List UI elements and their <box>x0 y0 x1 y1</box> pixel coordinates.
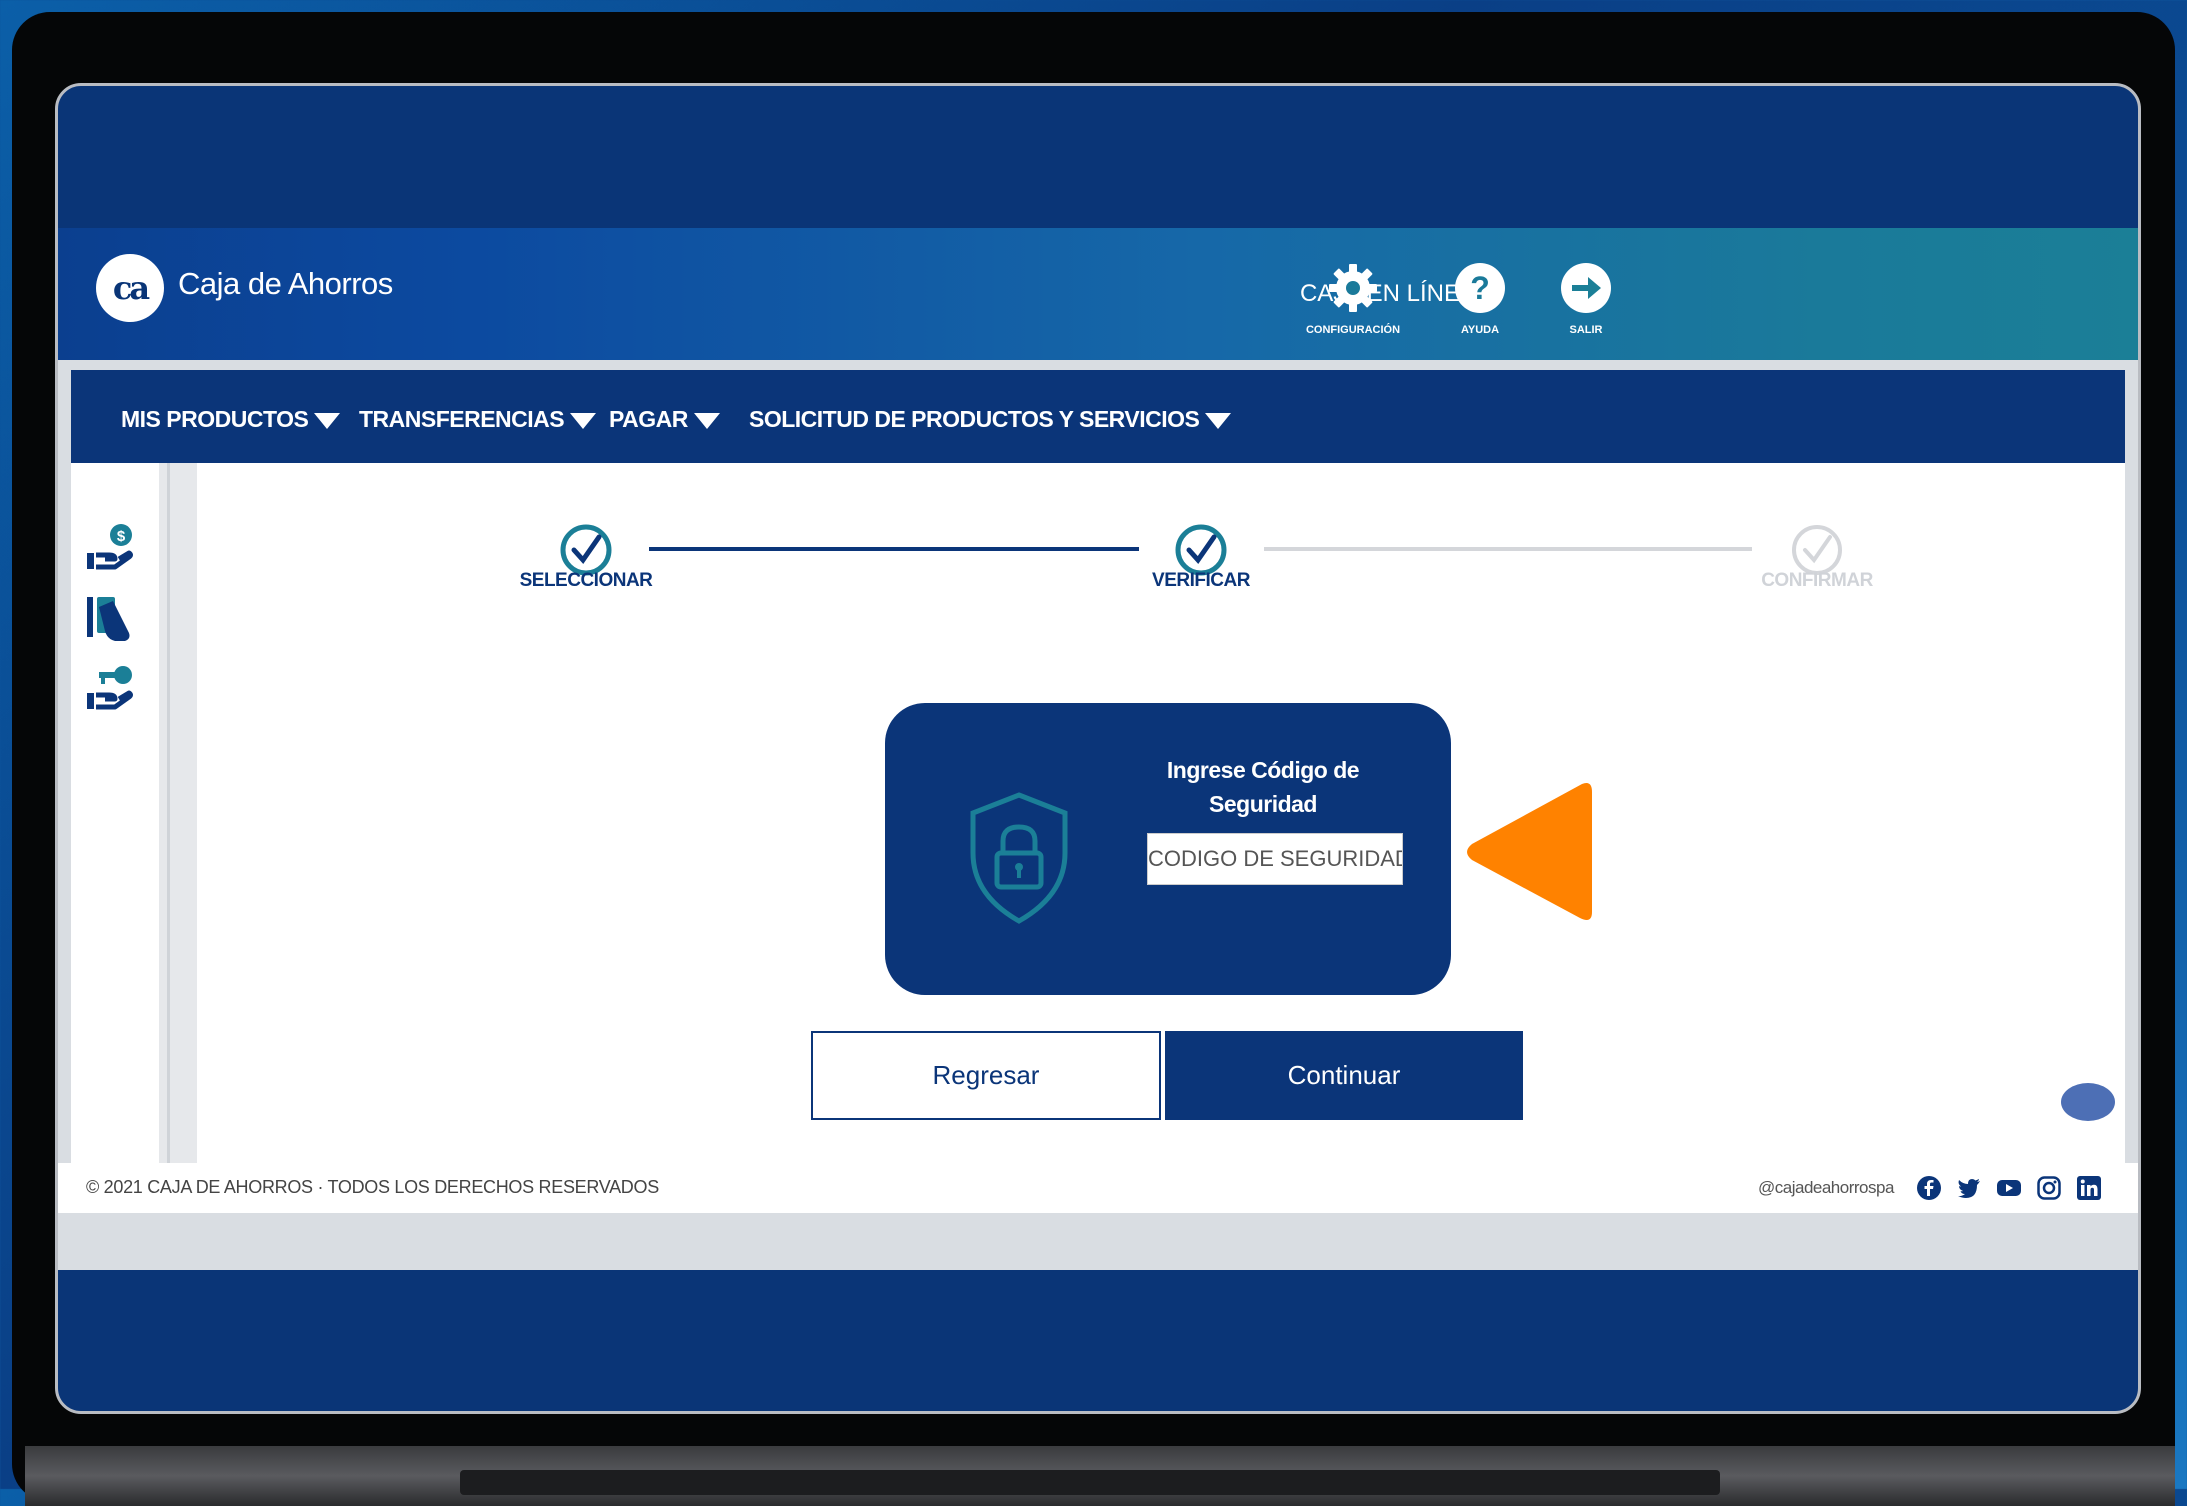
nav-pagar[interactable]: PAGAR <box>609 406 720 433</box>
brand-name[interactable]: Caja de Ahorros <box>178 266 393 302</box>
config-button[interactable]: CONFIGURACIÓN <box>1293 260 1413 336</box>
nav-label: MIS PRODUCTOS <box>121 406 309 432</box>
security-code-title: Ingrese Código de Seguridad <box>1166 757 1360 817</box>
help-label: AYUDA <box>1460 324 1500 336</box>
security-code-card: Ingrese Código de Seguridad <box>885 703 1451 995</box>
gear-icon <box>1329 264 1377 312</box>
security-code-input[interactable] <box>1147 833 1403 885</box>
main-panel: $ SELECCIONAR VERIFICAR CONFIRMAR Ingres… <box>71 463 2125 1163</box>
help-icon: ? <box>1455 263 1505 313</box>
step-seleccionar: SELECCIONAR <box>519 570 653 591</box>
step-confirmar: CONFIRMAR <box>1761 570 1873 591</box>
youtube-icon[interactable] <box>1996 1175 2022 1201</box>
stepper-line-done <box>649 547 1139 551</box>
footer-handle[interactable]: @cajadeahorrospa <box>1758 1178 1894 1198</box>
nav-solicitud[interactable]: SOLICITUD DE PRODUCTOS Y SERVICIOS <box>749 406 1232 433</box>
step-verificar: VERIFICAR <box>1152 570 1250 591</box>
nav-label: TRANSFERENCIAS <box>359 406 565 432</box>
nav-mis-productos[interactable]: MIS PRODUCTOS <box>121 406 341 433</box>
chevron-down-icon <box>1205 412 1232 429</box>
nav-label: PAGAR <box>609 406 688 432</box>
continue-button[interactable]: Continuar <box>1165 1031 1523 1120</box>
laptop-hinge <box>460 1470 1720 1495</box>
twitter-icon[interactable] <box>1956 1175 1982 1201</box>
logout-label: SALIR <box>1569 324 1603 336</box>
chat-bubble[interactable] <box>2061 1083 2115 1121</box>
facebook-icon[interactable] <box>1916 1175 1942 1201</box>
config-label: CONFIGURACIÓN <box>1305 324 1401 336</box>
logout-button[interactable]: SALIR <box>1526 260 1646 336</box>
screen: ca Caja de Ahorros CAJA EN LÍNEA CONFIGU <box>55 83 2141 1414</box>
sidebar-divider <box>159 463 197 1163</box>
hand-key-icon[interactable] <box>85 663 135 715</box>
svg-text:$: $ <box>117 528 126 545</box>
logo-mark[interactable]: ca <box>96 254 164 322</box>
chevron-down-icon <box>693 412 720 429</box>
logout-icon <box>1561 263 1611 313</box>
check-circle-icon <box>1175 524 1227 576</box>
check-circle-icon <box>1792 525 1842 575</box>
instagram-icon[interactable] <box>2036 1175 2062 1201</box>
app-header: ca Caja de Ahorros CAJA EN LÍNEA CONFIGU <box>58 228 2138 360</box>
shield-lock-icon <box>970 792 1068 924</box>
nav-transferencias[interactable]: TRANSFERENCIAS <box>359 406 597 433</box>
linkedin-icon[interactable] <box>2076 1175 2102 1201</box>
stepper-line-pending <box>1264 547 1752 551</box>
back-button[interactable]: Regresar <box>811 1031 1161 1120</box>
chevron-down-icon <box>314 412 341 429</box>
footer-copyright: © 2021 CAJA DE AHORROS · TODOS LOS DEREC… <box>86 1177 659 1197</box>
cards-icon[interactable] <box>85 593 135 645</box>
check-circle-icon <box>560 524 612 576</box>
nav-label: SOLICITUD DE PRODUCTOS Y SERVICIOS <box>749 406 1200 432</box>
svg-text:?: ? <box>1470 270 1490 306</box>
main-nav: MIS PRODUCTOS TRANSFERENCIAS PAGAR SOLIC… <box>71 370 2125 463</box>
hand-money-icon[interactable]: $ <box>85 521 135 573</box>
chevron-down-icon <box>570 412 597 429</box>
sidebar-divider-line <box>167 463 170 1163</box>
help-button[interactable]: ? AYUDA <box>1420 260 1540 336</box>
pointer-arrow-icon <box>1467 783 1592 920</box>
content-frame: MIS PRODUCTOS TRANSFERENCIAS PAGAR SOLIC… <box>58 360 2138 1270</box>
footer: © 2021 CAJA DE AHORROS · TODOS LOS DEREC… <box>58 1163 2138 1213</box>
